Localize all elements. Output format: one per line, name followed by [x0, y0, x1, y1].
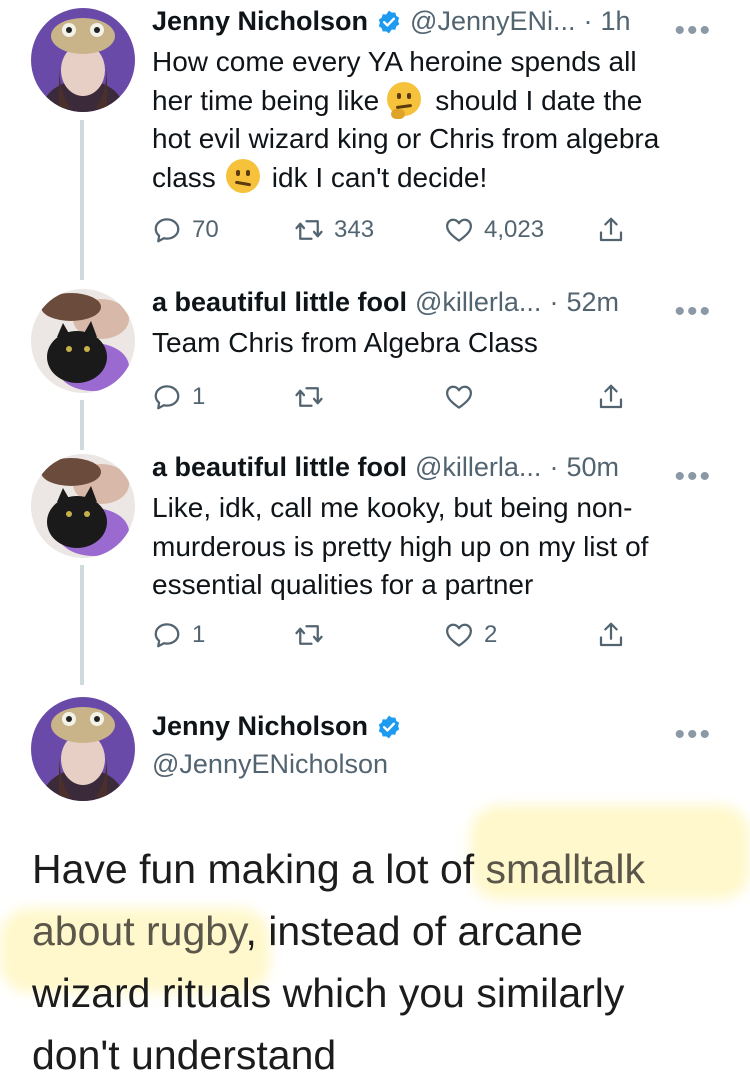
main-tweet-line: Have fun making a lot of smalltalk — [32, 838, 732, 900]
main-tweet-text-fragment: , instead of arcane — [245, 908, 583, 954]
tweet-1-text-fragment: class — [152, 161, 216, 193]
share-button[interactable] — [596, 215, 626, 245]
more-options-icon[interactable]: ••• — [674, 462, 712, 492]
avatar-jenny[interactable] — [31, 697, 135, 801]
share-icon — [596, 620, 626, 650]
avatar-fool[interactable] — [31, 289, 135, 393]
retweet-icon — [294, 620, 324, 650]
main-tweet-text-fragment: Have fun making a lot of — [32, 846, 486, 892]
tweet-3-line: essential qualities for a partner — [152, 569, 534, 600]
like-icon — [444, 620, 474, 650]
like-count: 4,023 — [484, 216, 545, 243]
main-tweet-header: Jenny Nicholson — [152, 711, 402, 742]
tweet-1-line: class idk I can't decide! — [152, 159, 732, 198]
more-options-icon[interactable]: ••• — [674, 720, 712, 750]
header-separator: · — [549, 287, 559, 317]
reply-icon — [152, 382, 182, 412]
tweet-1-text-fragment: her time being like — [152, 84, 380, 116]
retweet-button[interactable] — [294, 382, 334, 412]
reply-button[interactable]: 70 — [152, 215, 219, 245]
confused-face-emoji — [225, 159, 260, 194]
retweet-button[interactable] — [294, 620, 334, 650]
highlighted-text: about rugby — [32, 908, 246, 954]
tweet-1-author-name[interactable]: Jenny Nicholson — [152, 6, 368, 37]
tweet-3-text: Like, idk, call me kooky, but being non-… — [152, 489, 732, 605]
like-count: 2 — [484, 621, 498, 648]
avatar-fool-image — [31, 289, 135, 393]
retweet-count: 343 — [334, 216, 375, 243]
main-tweet-author-name[interactable]: Jenny Nicholson — [152, 711, 368, 742]
main-tweet-handle[interactable]: @JennyENicholson — [152, 749, 388, 780]
tweet-3-actions: 1 2 — [152, 615, 642, 655]
tweet-1-text-fragment: should I date the — [435, 84, 643, 116]
main-tweet-line: about rugby, instead of arcane — [32, 900, 732, 962]
like-button[interactable] — [444, 382, 484, 412]
tweet-1-line: her time being like should I date the — [152, 82, 732, 121]
tweet-2-handle[interactable]: @killerla... — [415, 287, 541, 318]
header-separator: · — [549, 452, 559, 482]
header-separator: · — [583, 6, 593, 36]
tweet-3-line: murderous is pretty high up on my list o… — [152, 530, 649, 562]
thread-line — [80, 400, 84, 450]
tweet-3-author-name[interactable]: a beautiful little fool — [152, 452, 407, 483]
tweet-2-author-name[interactable]: a beautiful little fool — [152, 287, 407, 318]
avatar-fool[interactable] — [31, 454, 135, 558]
reply-icon — [152, 620, 182, 650]
tweet-3-line: Like, idk, call me kooky, but being non- — [152, 492, 633, 523]
share-icon — [596, 215, 626, 245]
tweet-1-actions: 70 343 4,023 — [152, 210, 642, 250]
more-options-icon[interactable]: ••• — [674, 16, 712, 46]
tweet-2-header: a beautiful little fool @killerla... · 5… — [152, 287, 619, 318]
avatar-jenny-image — [31, 8, 135, 112]
share-button[interactable] — [596, 382, 626, 412]
tweet-1-time[interactable]: 1h — [601, 6, 631, 37]
retweet-icon — [294, 382, 324, 412]
tweet-1-handle[interactable]: @JennyENi... — [410, 6, 575, 37]
avatar-fool-image — [31, 454, 135, 558]
thread-line — [80, 120, 84, 280]
reply-icon — [152, 215, 182, 245]
reply-count: 1 — [192, 621, 206, 648]
avatar-jenny-image — [31, 697, 135, 801]
tweet-1-header: Jenny Nicholson @JennyENi... · 1h — [152, 6, 631, 37]
main-tweet-line: wizard rituals which you similarly — [32, 970, 625, 1016]
tweet-2-time[interactable]: 52m — [566, 287, 619, 318]
more-options-icon[interactable]: ••• — [674, 297, 712, 327]
share-button[interactable] — [596, 620, 626, 650]
avatar-jenny[interactable] — [31, 8, 135, 112]
like-icon — [444, 215, 474, 245]
like-button[interactable]: 2 — [444, 620, 497, 650]
verified-badge-icon — [376, 714, 402, 740]
tweet-2-text: Team Chris from Algebra Class — [152, 327, 538, 358]
tweet-2-actions: 1 — [152, 377, 642, 417]
main-tweet-line: don't understand — [32, 1032, 337, 1078]
thinking-face-emoji — [387, 82, 422, 120]
reply-count: 1 — [192, 383, 206, 410]
tweet-3-header: a beautiful little fool @killerla... · 5… — [152, 452, 619, 483]
reply-button[interactable]: 1 — [152, 382, 205, 412]
tweet-3-time[interactable]: 50m — [566, 452, 619, 483]
verified-badge-icon — [376, 9, 402, 35]
retweet-button[interactable]: 343 — [294, 215, 374, 245]
tweet-1-text-fragment: idk I can't decide! — [271, 161, 488, 193]
main-tweet-text: Have fun making a lot of smalltalk about… — [32, 838, 732, 1086]
like-button[interactable]: 4,023 — [444, 215, 544, 245]
retweet-icon — [294, 215, 324, 245]
tweet-1-text: How come every YA heroine spends all her… — [152, 43, 732, 197]
reply-count: 70 — [192, 216, 219, 243]
share-icon — [596, 382, 626, 412]
tweet-1-line: hot evil wizard king or Chris from algeb… — [152, 123, 660, 154]
tweet-1-line: How come every YA heroine spends all — [152, 46, 637, 77]
tweet-3-handle[interactable]: @killerla... — [415, 452, 541, 483]
highlighted-text: smalltalk — [485, 846, 646, 892]
reply-button[interactable]: 1 — [152, 620, 205, 650]
thread-line — [80, 565, 84, 685]
like-icon — [444, 382, 474, 412]
